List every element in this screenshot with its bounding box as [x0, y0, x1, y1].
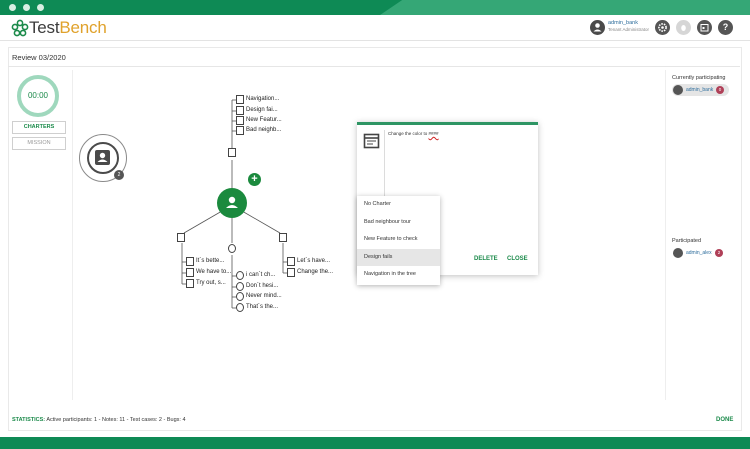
add-node-button[interactable]: +: [248, 173, 261, 186]
testbench-logo[interactable]: TestBench: [11, 18, 107, 38]
mindmap-item[interactable]: Bad neighb...: [246, 127, 281, 133]
user-name[interactable]: admin_bank: [608, 20, 638, 26]
user-icon: [673, 85, 683, 95]
charters-button[interactable]: CHARTERS: [12, 121, 66, 134]
logo-text-bench: Bench: [59, 18, 107, 37]
window-titlebar: [0, 0, 750, 15]
user-icon: [95, 150, 110, 165]
note-text-misspelled: ####: [428, 131, 439, 136]
app-header: TestBench admin_bank Tenant Administrato…: [0, 15, 750, 41]
bug-icon[interactable]: [676, 20, 691, 35]
mindmap-item[interactable]: Never mind...: [246, 293, 282, 299]
window-bottom-bar: [0, 437, 750, 449]
bug-icon[interactable]: [236, 292, 244, 301]
close-button[interactable]: CLOSE: [507, 256, 528, 262]
calendar-icon[interactable]: [697, 20, 712, 35]
mindmap-item[interactable]: That´s the...: [246, 304, 278, 310]
window-close-dot[interactable]: [9, 4, 16, 11]
test-case-icon[interactable]: [287, 257, 295, 266]
mindmap-item[interactable]: Don´t hesi...: [246, 283, 278, 289]
mindmap-item[interactable]: It´s bette...: [196, 258, 224, 264]
logo-icon: [11, 19, 29, 37]
notes-icon[interactable]: [186, 257, 194, 266]
window-minimize-dot[interactable]: [23, 4, 30, 11]
mission-button[interactable]: MISSION: [12, 137, 66, 150]
note-text[interactable]: Change the color to ####: [388, 131, 439, 136]
mindmap-item[interactable]: Design fai...: [246, 107, 278, 113]
logo-text-test: Test: [29, 18, 60, 37]
test-case-icon[interactable]: [287, 268, 295, 277]
bug-icon[interactable]: [236, 282, 244, 291]
titlebar-accent: [380, 0, 750, 15]
menu-item-bad-neighbour[interactable]: Bad neighbour tour: [357, 214, 440, 232]
session-center-node[interactable]: [217, 188, 247, 218]
notes-icon: [363, 133, 380, 149]
user-icon: [673, 248, 683, 258]
statistics-label: STATISTICS:: [12, 417, 46, 423]
menu-item-navigation[interactable]: Navigation in the tree: [357, 266, 440, 284]
mindmap-item[interactable]: i can´t ch...: [246, 272, 275, 278]
participant-count: 0: [716, 86, 724, 94]
note-text-body: Change the color to: [388, 131, 429, 136]
menu-item-no-charter[interactable]: No Charter: [357, 196, 440, 214]
notes-icon[interactable]: [177, 233, 185, 242]
bug-icon[interactable]: [236, 303, 244, 312]
window-maximize-dot[interactable]: [37, 4, 44, 11]
document-icon[interactable]: [236, 126, 244, 135]
participant-count-badge: 2: [114, 170, 124, 180]
statistics-bar: STATISTICS: Active participants: 1 - Not…: [12, 417, 186, 423]
test-case-icon[interactable]: [279, 233, 287, 242]
participant-count: 2: [715, 249, 723, 257]
participant-name: admin_alex: [686, 250, 712, 256]
notes-icon[interactable]: [186, 279, 194, 288]
help-icon[interactable]: ?: [718, 20, 733, 35]
document-icon[interactable]: [236, 106, 244, 115]
participant-chip[interactable]: admin_bank 0: [672, 84, 729, 96]
mindmap-item[interactable]: Let´s have...: [297, 258, 330, 264]
participant-name: admin_bank: [686, 87, 714, 93]
document-icon[interactable]: [236, 116, 244, 125]
gear-icon[interactable]: [655, 20, 670, 35]
menu-item-new-feature[interactable]: New Feature to check: [357, 231, 440, 249]
title-divider: [8, 66, 740, 67]
session-timer: 00:00: [17, 75, 59, 117]
user-icon: [593, 23, 602, 32]
mindmap-item[interactable]: Try out, s...: [196, 280, 226, 286]
mindmap-item[interactable]: Change the...: [297, 269, 333, 275]
page-title: Review 03/2020: [12, 53, 66, 62]
mindmap-item[interactable]: Navigation...: [246, 96, 279, 102]
participant-chip[interactable]: admin_alex 2: [672, 247, 726, 259]
bug-icon[interactable]: [236, 271, 244, 280]
statistics-text: Active participants: 1 - Notes: 11 - Tes…: [45, 417, 186, 423]
mindmap-item[interactable]: We have to...: [196, 269, 231, 275]
currently-participating-title: Currently participating: [672, 75, 726, 81]
participated-title: Participated: [672, 238, 702, 244]
user-role: Tenant Administrator: [608, 27, 650, 32]
participant-avatar: [87, 142, 119, 174]
user-avatar[interactable]: [590, 20, 605, 35]
dialog-progress-bar: [357, 122, 538, 125]
user-icon: [226, 196, 238, 208]
menu-item-design-fails[interactable]: Design fails: [357, 248, 440, 266]
bug-icon[interactable]: [228, 244, 236, 253]
charter-node-icon[interactable]: [228, 148, 236, 157]
notes-icon[interactable]: [186, 268, 194, 277]
delete-button[interactable]: DELETE: [474, 256, 498, 262]
mindmap-item[interactable]: New Featur...: [246, 117, 282, 123]
document-icon[interactable]: [236, 95, 244, 104]
done-button[interactable]: DONE: [716, 417, 733, 423]
charter-dropdown-menu: No Charter Bad neighbour tour New Featur…: [357, 196, 440, 285]
logo-wordmark: TestBench: [29, 18, 107, 38]
